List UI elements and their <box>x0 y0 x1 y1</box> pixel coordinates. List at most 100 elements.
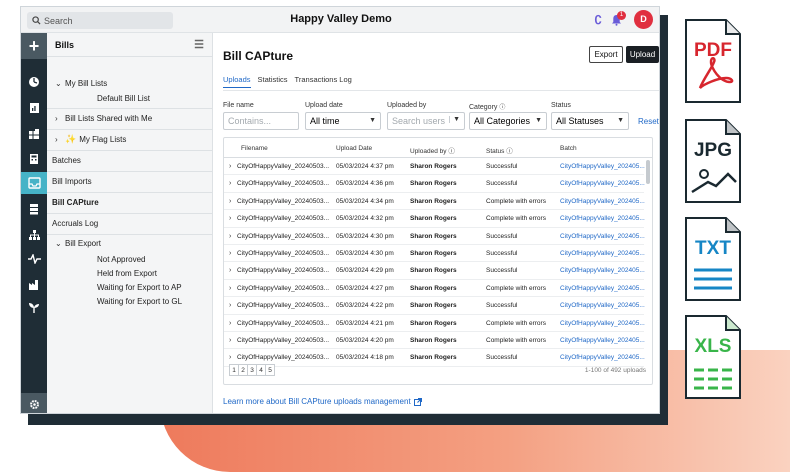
cell-filename: CityOfHappyValley_20240503... <box>237 267 330 275</box>
table-row[interactable]: › CityOfHappyValley_20240503... 05/03/2024… <box>224 349 645 367</box>
cell-batch[interactable]: CityOfHappyValley_202405... <box>560 320 645 327</box>
cell-status: Complete with errors <box>486 284 546 292</box>
hamburger-menu-icon[interactable]: ☰ <box>194 38 204 51</box>
status-select[interactable]: All Statuses ▼ <box>551 112 629 130</box>
column-header-status[interactable]: Status ⓘ <box>486 145 513 155</box>
cell-uploaded-by: Sharon Rogers <box>410 302 457 310</box>
cell-status: Complete with errors <box>486 319 546 327</box>
sidebar-item-waiting-ap[interactable]: Waiting for Export to AP <box>47 281 212 293</box>
sidebar-item-flag-lists[interactable]: › ✨ My Flag Lists <box>47 129 212 149</box>
rail-activity[interactable] <box>21 248 47 270</box>
sidebar-item-held-from-export[interactable]: Held from Export <box>47 267 212 279</box>
sidebar-item-bill-export[interactable]: ⌄ Bill Export <box>47 234 212 252</box>
sidebar-item-not-approved[interactable]: Not Approved <box>47 253 212 265</box>
table-row[interactable]: › CityOfHappyValley_20240503... 05/03/2024… <box>224 262 645 280</box>
cell-batch[interactable]: CityOfHappyValley_202405... <box>560 163 645 170</box>
sidebar-item-label: Accruals Log <box>52 219 99 228</box>
rail-factory[interactable] <box>21 273 47 295</box>
table-row[interactable]: › CityOfHappyValley_20240503... 05/03/2024… <box>224 210 645 228</box>
table-scrollbar[interactable] <box>646 160 650 184</box>
plus-icon: + <box>28 35 40 56</box>
cell-filename: CityOfHappyValley_20240503... <box>237 180 330 188</box>
upload-button[interactable]: Upload <box>626 46 659 63</box>
table-row[interactable]: › CityOfHappyValley_20240503... 05/03/2024… <box>224 228 645 245</box>
calculator-icon <box>30 154 38 164</box>
column-header-uploaded-by[interactable]: Uploaded by ⓘ <box>410 145 455 155</box>
table-row[interactable]: › CityOfHappyValley_20240503... 05/03/2024… <box>224 280 645 298</box>
pagination: 1 2 3 4 5 <box>229 364 275 376</box>
cell-batch[interactable]: CityOfHappyValley_202405... <box>560 233 645 240</box>
cell-batch[interactable]: CityOfHappyValley_202405... <box>560 337 645 344</box>
uploaded-by-label: Uploaded by <box>387 102 427 109</box>
table-row[interactable]: › CityOfHappyValley_20240503... 05/03/2024… <box>224 297 645 315</box>
sidebar-item-label: Default Bill List <box>97 93 150 103</box>
tab-uploads[interactable]: Uploads <box>223 75 251 88</box>
sidebar-item-shared-lists[interactable]: › Bill Lists Shared with Me <box>47 108 212 128</box>
sidebar-item-label: Bill Imports <box>52 177 92 186</box>
sidebar-item-label: Held from Export <box>97 268 158 278</box>
rail-add-button[interactable]: + <box>21 33 47 59</box>
sidebar-item-bill-imports[interactable]: Bill Imports <box>47 171 212 191</box>
sidebar-item-accruals-log[interactable]: Accruals Log <box>47 213 212 233</box>
column-header-batch[interactable]: Batch <box>560 145 577 152</box>
file-name-input[interactable]: Contains... <box>223 112 299 130</box>
rail-reports[interactable] <box>21 97 47 119</box>
sidebar-item-waiting-gl[interactable]: Waiting for Export to GL <box>47 295 212 307</box>
cell-batch[interactable]: CityOfHappyValley_202405... <box>560 215 645 222</box>
page-5-button[interactable]: 5 <box>265 364 275 376</box>
table-row[interactable]: › CityOfHappyValley_20240503... 05/03/2024… <box>224 332 645 350</box>
report-icon <box>29 103 39 113</box>
reset-link[interactable]: Reset <box>638 117 659 126</box>
sidebar-item-label: My Bill Lists <box>65 78 108 88</box>
column-header-label: Uploaded by <box>410 148 447 155</box>
sidebar-item-default-bill-list[interactable]: Default Bill List <box>47 92 212 104</box>
upload-date-select[interactable]: All time ▼ <box>305 112 381 130</box>
rail-database[interactable] <box>21 198 47 220</box>
table-row[interactable]: › CityOfHappyValley_20240503... 05/03/2024… <box>224 245 645 263</box>
chevron-right-icon: › <box>55 135 58 144</box>
rail-ledger[interactable] <box>21 123 47 145</box>
cell-status: Successful <box>486 354 518 362</box>
notifications-button[interactable]: 1 <box>611 10 626 27</box>
learn-more-link[interactable]: Learn more about Bill CAPture uploads ma… <box>223 397 422 406</box>
bills-sidebar: Bills ☰ ⌄ My Bill Lists Default Bill Lis… <box>47 33 213 413</box>
sidebar-item-batches[interactable]: Batches <box>47 150 212 170</box>
table-row[interactable]: › CityOfHappyValley_20240503... 05/03/2024… <box>224 158 645 176</box>
rail-settings[interactable] <box>21 393 47 413</box>
cell-batch[interactable]: CityOfHappyValley_202405... <box>560 267 645 274</box>
cell-upload-date: 05/03/2024 4:30 pm <box>336 232 394 240</box>
rail-dashboard[interactable] <box>21 71 47 93</box>
cell-batch[interactable]: CityOfHappyValley_202405... <box>560 354 645 361</box>
category-select[interactable]: All Categories ▼ <box>469 112 547 130</box>
sidebar-item-my-bill-lists[interactable]: ⌄ My Bill Lists <box>47 77 212 89</box>
help-icon[interactable]: ∁ <box>594 13 602 27</box>
cell-uploaded-by: Sharon Rogers <box>410 232 457 240</box>
cell-batch[interactable]: CityOfHappyValley_202405... <box>560 180 645 187</box>
caret-down-icon: ▼ <box>449 116 460 123</box>
cell-batch[interactable]: CityOfHappyValley_202405... <box>560 250 645 257</box>
table-row[interactable]: › CityOfHappyValley_20240503... 05/03/2024… <box>224 175 645 193</box>
rail-org-chart[interactable] <box>21 224 47 246</box>
uploaded-by-input[interactable]: Search users ▼ <box>387 112 465 130</box>
rail-growth[interactable] <box>21 297 47 319</box>
sidebar-item-label: Bill CAPture <box>52 198 99 207</box>
table-row[interactable]: › CityOfHappyValley_20240503... 05/03/2024… <box>224 315 645 332</box>
rail-calculator[interactable] <box>21 148 47 170</box>
tab-transactions-log[interactable]: Transactions Log <box>295 75 352 88</box>
cell-batch[interactable]: CityOfHappyValley_202405... <box>560 285 645 292</box>
sidebar-item-bill-capture[interactable]: Bill CAPture <box>47 192 212 212</box>
column-header-upload-date[interactable]: Upload Date <box>336 145 372 152</box>
rail-bills[interactable] <box>21 172 47 194</box>
learn-more-text: Learn more about Bill CAPture uploads ma… <box>223 397 411 406</box>
cell-filename: CityOfHappyValley_20240503... <box>237 284 330 292</box>
export-button[interactable]: Export <box>589 46 623 63</box>
cell-status: Successful <box>486 163 518 170</box>
column-header-filename[interactable]: Filename <box>241 145 268 152</box>
cell-batch[interactable]: CityOfHappyValley_202405... <box>560 302 645 309</box>
cell-uploaded-by: Sharon Rogers <box>410 215 457 223</box>
tab-statistics[interactable]: Statistics <box>258 75 288 88</box>
cell-batch[interactable]: CityOfHappyValley_202405... <box>560 198 645 205</box>
top-icons: ∁ 1 D <box>594 10 653 29</box>
user-avatar[interactable]: D <box>634 10 653 29</box>
table-row[interactable]: › CityOfHappyValley_20240503... 05/03/2024… <box>224 193 645 211</box>
